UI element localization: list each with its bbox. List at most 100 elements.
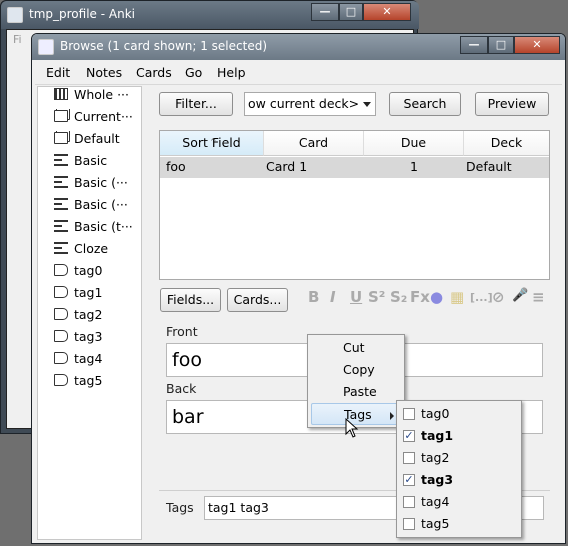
- sidebar-item-default-deck[interactable]: Default: [54, 131, 143, 151]
- search-button[interactable]: Search: [389, 92, 461, 116]
- column-header-sort-field[interactable]: ^ Sort Field: [160, 131, 264, 156]
- menu-go[interactable]: Go: [185, 65, 202, 80]
- cell-due: 1: [410, 159, 418, 174]
- checkbox-checked[interactable]: ✓: [403, 430, 415, 442]
- sidebar-item-label: Basic (t···: [74, 219, 133, 234]
- column-header-deck[interactable]: Deck: [464, 131, 549, 156]
- tag-icon: [54, 374, 68, 386]
- tag-option-tag2[interactable]: tag2: [401, 447, 519, 469]
- table-row[interactable]: foo Card 1 1 Default: [160, 157, 549, 178]
- whole-collection-icon: [54, 88, 68, 100]
- menu-help[interactable]: Help: [217, 65, 246, 80]
- tags-label: Tags: [166, 500, 194, 515]
- fields-button[interactable]: Fields...: [160, 288, 221, 312]
- sidebar-item-label: Basic (···: [74, 175, 128, 190]
- text-color-icon[interactable]: ●: [430, 288, 443, 306]
- sidebar-item-basic-4[interactable]: Basic (t···: [54, 219, 143, 239]
- tag-icon: [54, 264, 68, 276]
- tag-option-tag0[interactable]: tag0: [401, 403, 519, 425]
- tag-option-tag4[interactable]: tag4: [401, 491, 519, 513]
- sidebar-item-label: tag0: [74, 263, 103, 278]
- checkbox-unchecked[interactable]: [403, 518, 415, 530]
- deck-icon: [54, 110, 68, 122]
- main-minimize-button[interactable]: —: [311, 3, 339, 21]
- bold-icon[interactable]: B: [308, 288, 319, 306]
- sidebar-item-whole-collection[interactable]: Whole ···: [54, 87, 143, 107]
- sidebar-item-tag5[interactable]: tag5: [54, 373, 143, 393]
- sidebar-item-tag2[interactable]: tag2: [54, 307, 143, 327]
- tag-option-tag3[interactable]: ✓ tag3: [401, 469, 519, 491]
- main-maximize-button[interactable]: □: [339, 3, 363, 21]
- underline-icon[interactable]: U: [350, 288, 362, 306]
- tag-icon: [54, 352, 68, 364]
- note-type-icon: [54, 220, 68, 232]
- main-window-titlebar[interactable]: tmp_profile - Anki — □ ✕: [1, 1, 419, 29]
- column-header-card[interactable]: Card: [264, 131, 364, 156]
- context-menu-cut[interactable]: Cut: [311, 337, 401, 359]
- sidebar-item-label: Basic: [74, 153, 108, 168]
- chevron-down-icon[interactable]: [363, 102, 371, 107]
- checkbox-unchecked[interactable]: [403, 408, 415, 420]
- sidebar-item-label: Whole ···: [74, 87, 129, 102]
- main-menu-file[interactable]: Fi: [13, 33, 22, 46]
- preview-button[interactable]: Preview: [475, 92, 549, 116]
- cell-sort-field: foo: [166, 159, 186, 174]
- minimize-button[interactable]: —: [460, 36, 488, 54]
- main-close-button[interactable]: ✕: [363, 3, 411, 21]
- search-input[interactable]: ow current deck>: [244, 92, 376, 116]
- sidebar-item-tag4[interactable]: tag4: [54, 351, 143, 371]
- sidebar-item-tag3[interactable]: tag3: [54, 329, 143, 349]
- checkbox-checked[interactable]: ✓: [403, 474, 415, 486]
- browse-titlebar[interactable]: Browse (1 card shown; 1 selected) — □ ✕: [32, 34, 565, 60]
- cell-card: Card 1: [266, 159, 308, 174]
- back-field-label: Back: [166, 381, 197, 396]
- checkbox-unchecked[interactable]: [403, 452, 415, 464]
- filter-button[interactable]: Filter...: [159, 92, 233, 116]
- superscript-icon[interactable]: S²: [368, 288, 385, 306]
- attach-icon[interactable]: ⊘: [492, 288, 505, 306]
- sidebar-item-label: tag1: [74, 285, 103, 300]
- tags-submenu: tag0 ✓ tag1 tag2 ✓ tag3 tag4 tag5: [396, 400, 522, 538]
- anki-app-icon: [7, 7, 23, 23]
- checkbox-unchecked[interactable]: [403, 496, 415, 508]
- sidebar-item-label: tag4: [74, 351, 103, 366]
- sidebar-item-label: tag3: [74, 329, 103, 344]
- highlight-color-icon[interactable]: ▦: [450, 288, 464, 306]
- close-button[interactable]: ✕: [514, 36, 560, 54]
- sidebar-item-tag0[interactable]: tag0: [54, 263, 143, 283]
- deck-icon: [54, 132, 68, 144]
- tag-icon: [54, 308, 68, 320]
- sidebar-item-label: tag5: [74, 373, 103, 388]
- italic-icon[interactable]: I: [330, 288, 336, 306]
- sidebar: Whole ··· Current··· Default Basic Basic…: [37, 86, 142, 540]
- sidebar-item-label: Basic (···: [74, 197, 128, 212]
- sidebar-item-cloze[interactable]: Cloze: [54, 241, 143, 261]
- more-menu-icon[interactable]: ≡: [532, 288, 545, 306]
- tag-option-tag5[interactable]: tag5: [401, 513, 519, 535]
- cloze-icon[interactable]: [...]: [470, 291, 493, 304]
- sidebar-item-basic-2[interactable]: Basic (···: [54, 175, 143, 195]
- sidebar-item-basic[interactable]: Basic: [54, 153, 143, 173]
- context-menu: Cut Copy Paste Tags: [307, 334, 405, 428]
- sidebar-item-label: Current···: [74, 109, 133, 124]
- context-menu-copy[interactable]: Copy: [311, 359, 401, 381]
- column-header-due[interactable]: Due: [364, 131, 464, 156]
- menu-edit[interactable]: Edit: [46, 65, 70, 80]
- chevron-right-icon: [390, 412, 394, 420]
- context-menu-paste[interactable]: Paste: [311, 381, 401, 403]
- main-window-title: tmp_profile - Anki: [29, 7, 135, 21]
- sidebar-item-label: tag2: [74, 307, 103, 322]
- sidebar-item-current-deck[interactable]: Current···: [54, 109, 143, 129]
- subscript-icon[interactable]: S₂: [390, 288, 407, 306]
- microphone-icon[interactable]: 🎤: [512, 288, 528, 303]
- front-field-label: Front: [166, 324, 198, 339]
- sidebar-item-basic-3[interactable]: Basic (···: [54, 197, 143, 217]
- cards-button[interactable]: Cards...: [227, 288, 288, 312]
- maximize-button[interactable]: □: [488, 36, 514, 54]
- browse-window-title: Browse (1 card shown; 1 selected): [60, 39, 268, 53]
- menu-notes[interactable]: Notes: [86, 65, 122, 80]
- tag-option-tag1[interactable]: ✓ tag1: [401, 425, 519, 447]
- menu-cards[interactable]: Cards: [136, 65, 172, 80]
- clear-format-icon[interactable]: Fx: [410, 288, 430, 306]
- sidebar-item-tag1[interactable]: tag1: [54, 285, 143, 305]
